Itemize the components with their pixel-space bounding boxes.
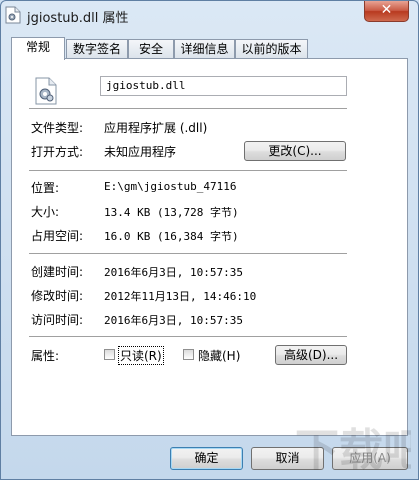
tab-general[interactable]: 常规 — [11, 37, 65, 60]
file-type-value: 应用程序扩展 (.dll) — [104, 121, 208, 135]
tab-previous-versions[interactable]: 以前的版本 — [235, 39, 308, 58]
size-value: 13.4 KB (13,728 字节) — [104, 206, 239, 219]
attributes-label: 属性: — [31, 349, 60, 363]
separator — [29, 108, 347, 109]
dll-file-icon — [5, 6, 21, 24]
file-type-icon — [35, 77, 57, 105]
accessed-label: 访问时间: — [31, 313, 84, 327]
modified-label: 修改时间: — [31, 289, 84, 303]
watermark-logo: 下载吧 — [295, 425, 411, 476]
separator — [29, 336, 347, 337]
created-label: 创建时间: — [31, 265, 84, 279]
tab-strip: 常规 数字签名 安全 详细信息 以前的版本 — [11, 37, 407, 60]
location-value: E:\gm\jgiostub_47116 — [104, 180, 237, 193]
hidden-label[interactable]: 隐藏(H) — [198, 347, 240, 364]
file-type-label: 文件类型: — [31, 121, 84, 135]
watermark-text: 下载吧 — [295, 425, 411, 476]
change-button[interactable]: 更改(C)... — [244, 141, 346, 161]
file-name-field[interactable]: jgiostub.dll — [100, 76, 347, 96]
size-on-disk-label: 占用空间: — [31, 229, 84, 243]
hidden-checkbox[interactable] — [183, 349, 194, 360]
tab-details[interactable]: 详细信息 — [174, 39, 235, 58]
open-with-label: 打开方式: — [31, 145, 84, 159]
tab-security[interactable]: 安全 — [128, 39, 174, 58]
properties-window: jgiostub.dll 属性 ✕ 常规 数字签名 安全 详细信息 以前的版本 … — [0, 0, 419, 480]
location-label: 位置: — [31, 181, 60, 195]
readonly-checkbox[interactable] — [104, 349, 115, 360]
size-label: 大小: — [31, 205, 60, 219]
size-on-disk-value: 16.0 KB (16,384 字节) — [104, 230, 239, 243]
separator — [29, 253, 347, 254]
created-value: 2016年6月3日, 10:57:35 — [104, 266, 243, 279]
separator — [29, 170, 347, 171]
window-title: jgiostub.dll 属性 — [27, 11, 129, 26]
open-with-value: 未知应用程序 — [104, 145, 177, 159]
advanced-button[interactable]: 高级(D)... — [275, 345, 347, 365]
close-icon: ✕ — [380, 2, 393, 18]
title-bar[interactable]: jgiostub.dll 属性 ✕ — [1, 1, 418, 29]
tab-digital-signatures[interactable]: 数字签名 — [66, 39, 128, 58]
general-tab-panel — [11, 58, 408, 436]
accessed-value: 2016年6月3日, 10:57:35 — [104, 314, 243, 327]
close-button[interactable]: ✕ — [364, 1, 409, 22]
readonly-label[interactable]: 只读(R) — [118, 346, 164, 365]
modified-value: 2012年11月13日, 14:46:10 — [104, 290, 257, 303]
ok-button[interactable]: 确定 — [170, 447, 243, 470]
